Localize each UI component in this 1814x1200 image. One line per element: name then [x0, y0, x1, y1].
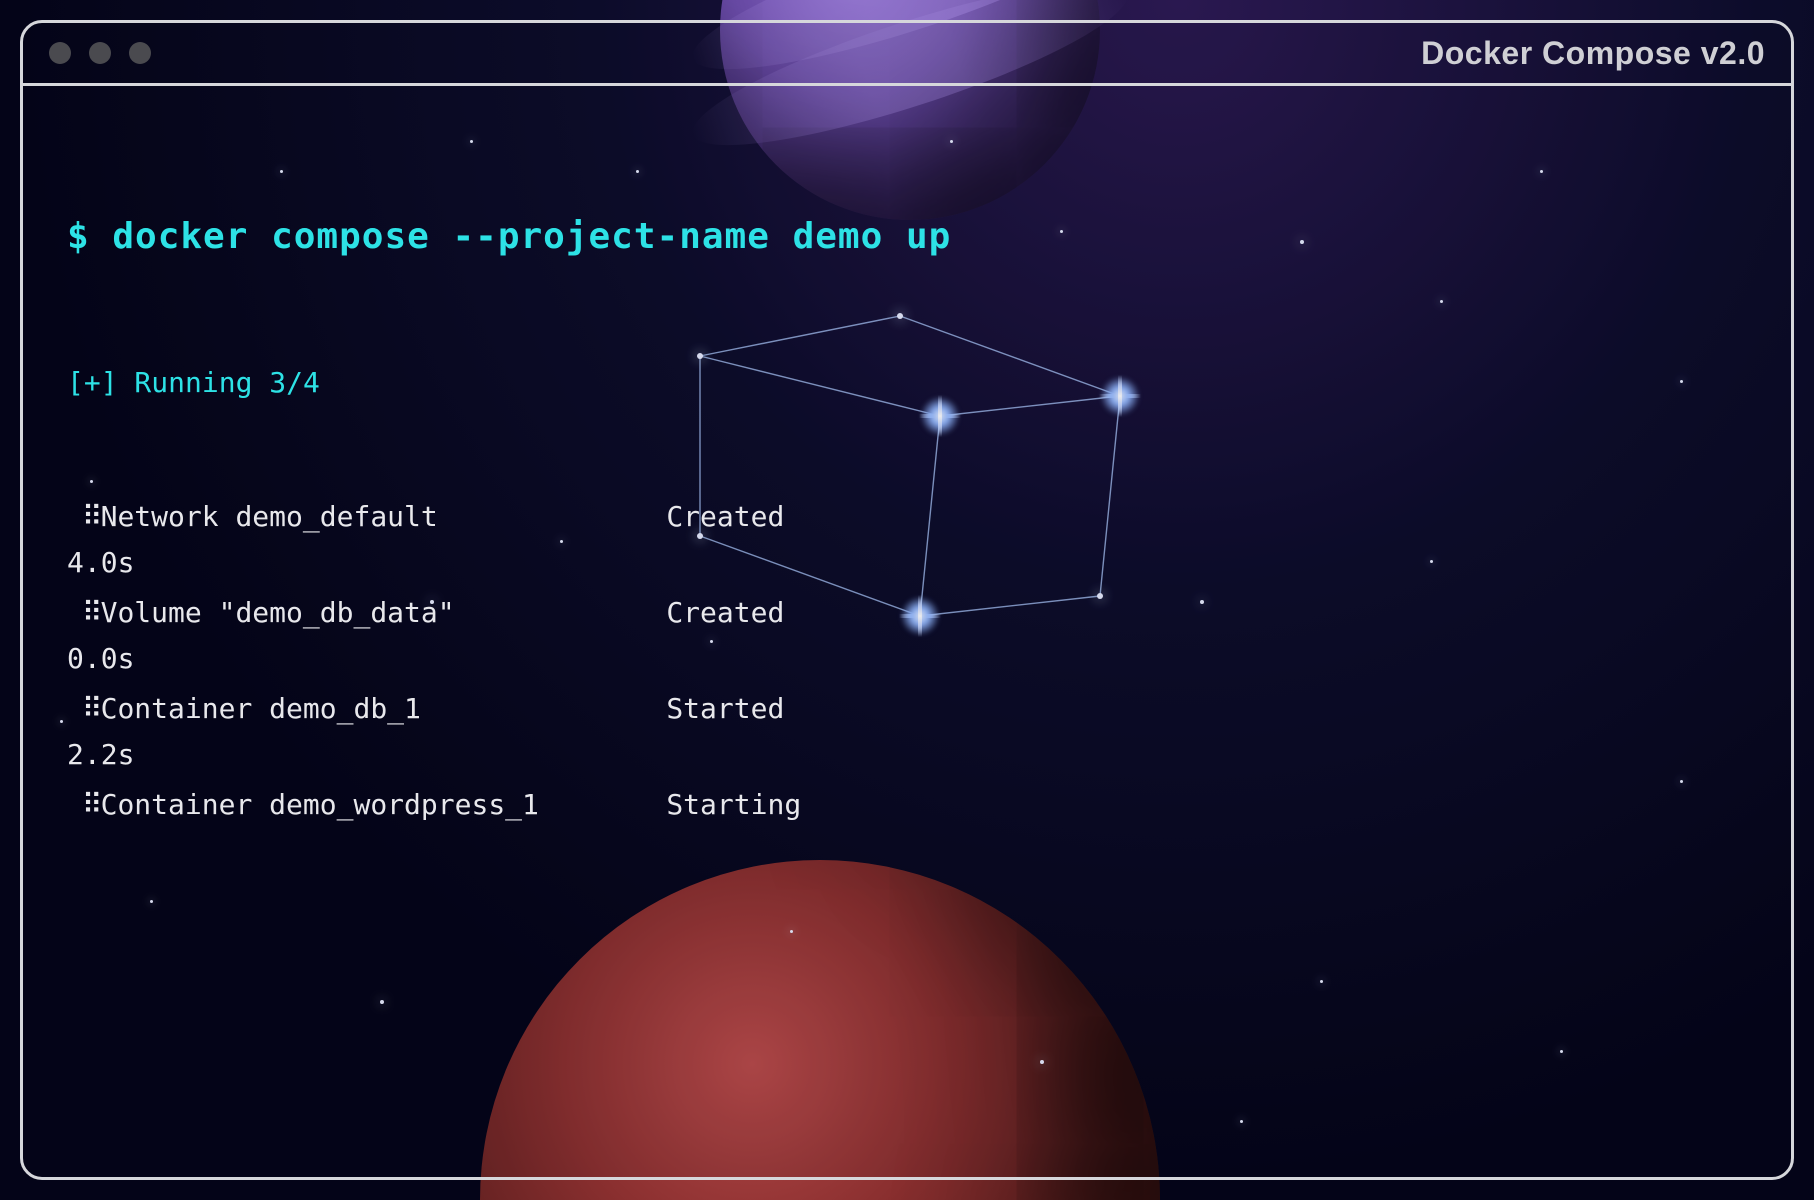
run-status: [+] Running 3/4: [67, 362, 1747, 404]
close-dot-icon[interactable]: [49, 42, 71, 64]
terminal-body[interactable]: $ docker compose --project-name demo up …: [23, 86, 1791, 1177]
spinner-icon: ⠿: [67, 688, 101, 730]
zoom-dot-icon[interactable]: [129, 42, 151, 64]
output-row: ⠿ Container demo_db_1 Started: [67, 688, 1747, 730]
terminal-window: Docker Compose v2.0 $ docker compose --p…: [20, 20, 1794, 1180]
titlebar: Docker Compose v2.0: [23, 23, 1791, 86]
minimize-dot-icon[interactable]: [89, 42, 111, 64]
spinner-icon: ⠿: [67, 592, 101, 634]
row-desc: Network demo_default: [101, 496, 633, 538]
row-desc: Container demo_wordpress_1: [101, 784, 633, 826]
row-desc: Container demo_db_1: [101, 688, 633, 730]
output-row: ⠿ Network demo_default Created: [67, 496, 1747, 538]
traffic-lights[interactable]: [49, 42, 151, 64]
row-state: Started: [666, 688, 784, 730]
row-state: Created: [666, 496, 784, 538]
spinner-icon: ⠿: [67, 784, 101, 826]
output-row: ⠿ Container demo_wordpress_1 Starting: [67, 784, 1747, 826]
row-desc: Volume "demo_db_data": [101, 592, 633, 634]
row-duration: 0.0s: [67, 638, 1747, 680]
row-state: Starting: [666, 784, 801, 826]
window-title: Docker Compose v2.0: [1421, 35, 1765, 72]
row-state: Created: [666, 592, 784, 634]
command-line: $ docker compose --project-name demo up: [67, 210, 1747, 264]
row-duration: 2.2s: [67, 734, 1747, 776]
row-duration: 4.0s: [67, 542, 1747, 584]
spinner-icon: ⠿: [67, 496, 101, 538]
output-row: ⠿ Volume "demo_db_data" Created: [67, 592, 1747, 634]
